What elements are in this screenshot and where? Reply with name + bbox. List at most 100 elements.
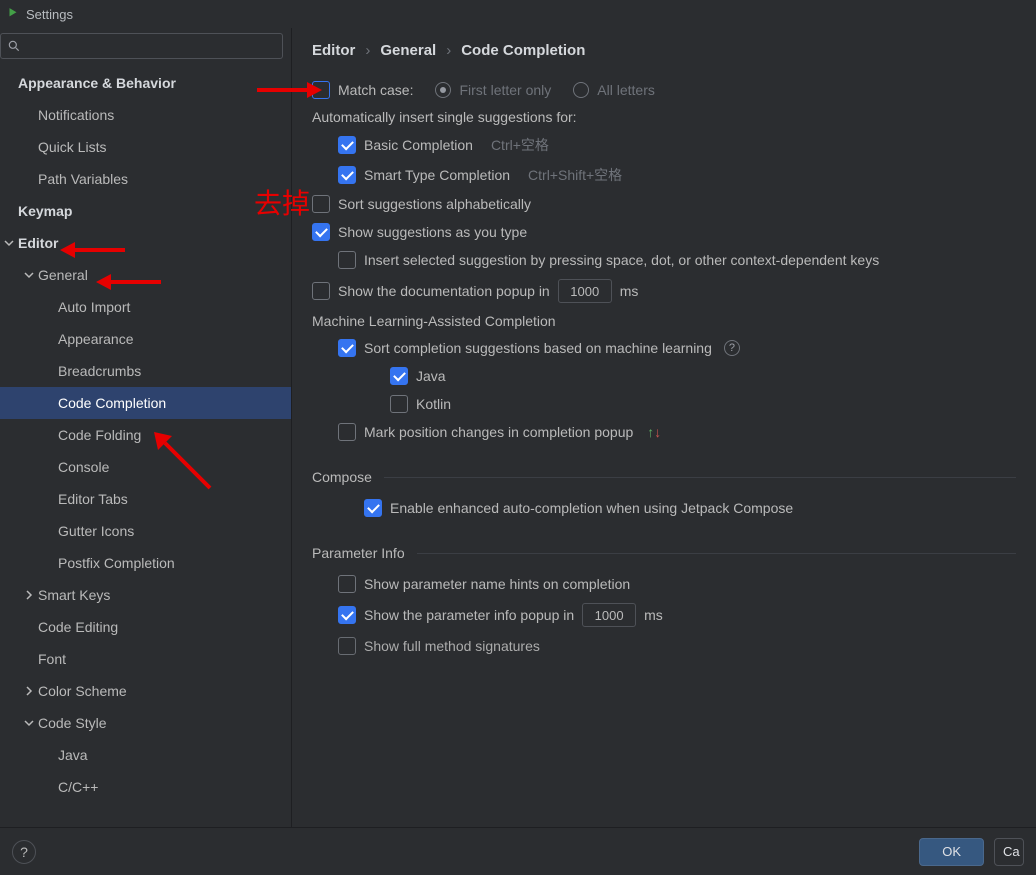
tree-item-label: Code Folding	[58, 427, 141, 443]
tree-item-gutter-icons[interactable]: Gutter Icons	[0, 515, 291, 547]
tree-item-code-style[interactable]: Code Style	[0, 707, 291, 739]
chevron-down-icon	[22, 718, 36, 728]
tree-item-java[interactable]: Java	[0, 739, 291, 771]
breadcrumb-editor[interactable]: Editor	[312, 42, 355, 59]
chevron-right-icon	[22, 590, 36, 600]
tree-item-label: Auto Import	[58, 299, 130, 315]
content-pane: Editor › General › Code Completion Match…	[292, 28, 1036, 827]
full-sig-checkbox[interactable]	[338, 637, 356, 655]
tree-item-quick-lists[interactable]: Quick Lists	[0, 131, 291, 163]
cancel-button[interactable]: Ca	[994, 838, 1024, 866]
insert-selected-checkbox[interactable]	[338, 251, 356, 269]
param-section-title: Parameter Info	[312, 545, 405, 561]
tree-item-code-editing[interactable]: Code Editing	[0, 611, 291, 643]
compose-enable-label: Enable enhanced auto-completion when usi…	[390, 500, 793, 516]
settings-tree[interactable]: Appearance & Behavior Notifications Quick …	[0, 67, 291, 827]
param-popup-label: Show the parameter info popup in	[364, 607, 574, 623]
full-sig-label: Show full method signatures	[364, 638, 540, 654]
param-popup-input[interactable]	[582, 603, 636, 627]
sort-alpha-checkbox[interactable]	[312, 195, 330, 213]
tree-item-label: Code Completion	[58, 395, 166, 411]
tree-item-notifications[interactable]: Notifications	[0, 99, 291, 131]
breadcrumb-general[interactable]: General	[380, 42, 436, 59]
tree-item-editor-tabs[interactable]: Editor Tabs	[0, 483, 291, 515]
breadcrumb-code-completion: Code Completion	[461, 42, 585, 59]
mark-position-checkbox[interactable]	[338, 423, 356, 441]
breadcrumb: Editor › General › Code Completion	[312, 42, 1016, 59]
ok-button[interactable]: OK	[919, 838, 984, 866]
tree-item-appearance-behavior[interactable]: Appearance & Behavior	[0, 67, 291, 99]
help-icon[interactable]: ?	[724, 340, 740, 356]
window-title: Settings	[26, 7, 73, 22]
tree-item-label: Notifications	[38, 107, 114, 123]
tree-item-label: Editor	[18, 235, 58, 251]
param-hints-label: Show parameter name hints on completion	[364, 576, 630, 592]
chevron-right-icon	[22, 686, 36, 696]
all-letters-label: All letters	[597, 82, 655, 98]
tree-item-label: Font	[38, 651, 66, 667]
tree-item-label: C/C++	[58, 779, 98, 795]
tree-item-label: Smart Keys	[38, 587, 110, 603]
first-letter-radio[interactable]	[435, 82, 451, 98]
tree-item-c-c-[interactable]: C/C++	[0, 771, 291, 803]
show-doc-unit: ms	[620, 283, 639, 299]
tree-item-code-folding[interactable]: Code Folding	[0, 419, 291, 451]
tree-item-smart-keys[interactable]: Smart Keys	[0, 579, 291, 611]
tree-item-label: Appearance	[58, 331, 134, 347]
param-popup-unit: ms	[644, 607, 663, 623]
tree-item-auto-import[interactable]: Auto Import	[0, 291, 291, 323]
show-as-type-label: Show suggestions as you type	[338, 224, 527, 240]
sort-alpha-label: Sort suggestions alphabetically	[338, 196, 531, 212]
ml-sort-label: Sort completion suggestions based on mac…	[364, 340, 712, 356]
tree-item-appearance[interactable]: Appearance	[0, 323, 291, 355]
match-case-label: Match case:	[338, 82, 413, 98]
show-doc-checkbox[interactable]	[312, 282, 330, 300]
search-box[interactable]	[0, 33, 283, 59]
show-doc-label: Show the documentation popup in	[338, 283, 550, 299]
tree-item-label: Console	[58, 459, 109, 475]
basic-completion-shortcut: Ctrl+空格	[491, 135, 549, 155]
position-indicator-icon: ↑↓	[647, 424, 661, 440]
footer: ? OK Ca	[0, 827, 1036, 875]
smart-type-shortcut: Ctrl+Shift+空格	[528, 165, 622, 185]
tree-item-console[interactable]: Console	[0, 451, 291, 483]
search-input[interactable]	[25, 39, 276, 54]
tree-item-postfix-completion[interactable]: Postfix Completion	[0, 547, 291, 579]
compose-section-title: Compose	[312, 469, 372, 485]
insert-selected-label: Insert selected suggestion by pressing s…	[364, 252, 879, 268]
tree-item-breadcrumbs[interactable]: Breadcrumbs	[0, 355, 291, 387]
tree-item-label: Java	[58, 747, 88, 763]
tree-item-path-variables[interactable]: Path Variables	[0, 163, 291, 195]
tree-item-label: Code Editing	[38, 619, 118, 635]
ml-sort-checkbox[interactable]	[338, 339, 356, 357]
basic-completion-checkbox[interactable]	[338, 136, 356, 154]
compose-enable-checkbox[interactable]	[364, 499, 382, 517]
tree-item-label: Breadcrumbs	[58, 363, 141, 379]
show-as-type-checkbox[interactable]	[312, 223, 330, 241]
tree-item-editor[interactable]: Editor	[0, 227, 291, 259]
tree-item-font[interactable]: Font	[0, 643, 291, 675]
basic-completion-label: Basic Completion	[364, 137, 473, 153]
tree-item-label: Postfix Completion	[58, 555, 175, 571]
all-letters-radio[interactable]	[573, 82, 589, 98]
tree-item-label: Keymap	[18, 203, 72, 219]
tree-item-label: Code Style	[38, 715, 106, 731]
ml-kotlin-checkbox[interactable]	[390, 395, 408, 413]
ml-java-checkbox[interactable]	[390, 367, 408, 385]
tree-item-label: Gutter Icons	[58, 523, 134, 539]
smart-type-checkbox[interactable]	[338, 166, 356, 184]
show-doc-input[interactable]	[558, 279, 612, 303]
help-button[interactable]: ?	[12, 840, 36, 864]
param-hints-checkbox[interactable]	[338, 575, 356, 593]
param-popup-checkbox[interactable]	[338, 606, 356, 624]
match-case-checkbox[interactable]	[312, 81, 330, 99]
tree-item-label: Appearance & Behavior	[18, 75, 176, 91]
search-icon	[7, 39, 21, 53]
tree-item-label: Editor Tabs	[58, 491, 128, 507]
tree-item-keymap[interactable]: Keymap	[0, 195, 291, 227]
chevron-down-icon	[2, 238, 16, 248]
tree-item-color-scheme[interactable]: Color Scheme	[0, 675, 291, 707]
tree-item-general[interactable]: General	[0, 259, 291, 291]
tree-item-code-completion[interactable]: Code Completion	[0, 387, 291, 419]
app-icon	[6, 7, 20, 21]
